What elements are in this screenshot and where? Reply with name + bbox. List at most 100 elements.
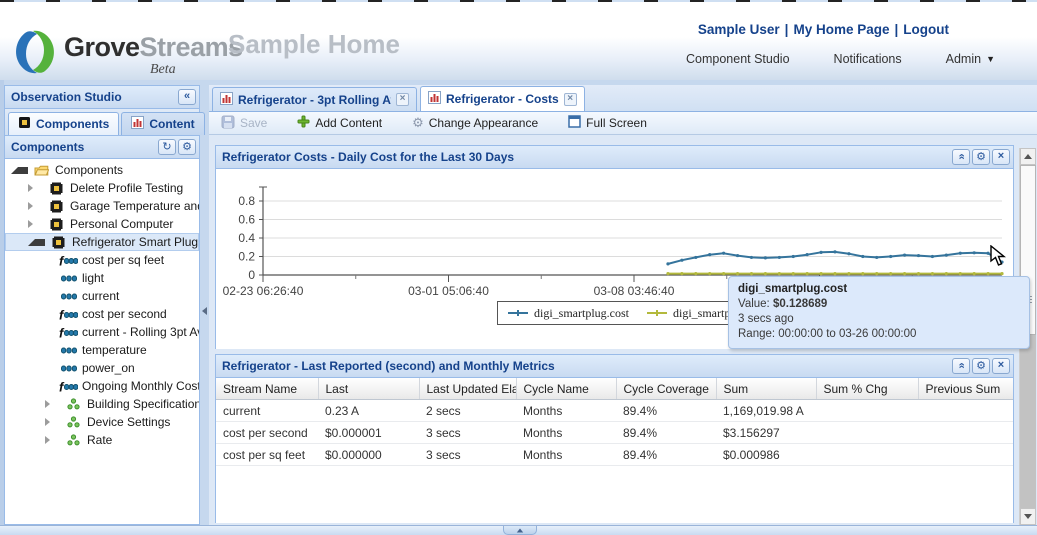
fstream-icon: f — [59, 254, 78, 267]
table-cell: $0.000001 — [318, 422, 419, 444]
save-icon — [221, 115, 235, 132]
my-home-page-link[interactable]: My Home Page — [793, 22, 889, 37]
tree-item-ongoing-monthly-cost[interactable]: fOngoing Monthly Cost (... — [5, 377, 199, 395]
tree-item-components[interactable]: Components — [5, 161, 199, 179]
scrollbar-track[interactable] — [1020, 335, 1036, 508]
components-tree: ComponentsDelete Profile Testing Garage T… — [5, 159, 199, 524]
table-row-cost-per-sq-feet[interactable]: cost per sq feet$0.0000003 secsMonths89.… — [216, 444, 1013, 466]
nav-component-studio[interactable]: Component Studio — [686, 52, 790, 66]
panel-settings-button[interactable]: ⚙ — [972, 358, 990, 374]
beta-label: Beta — [150, 62, 176, 78]
refresh-button[interactable]: ↻ — [158, 139, 176, 155]
tree-item-cost-per-sq-feet[interactable]: fcost per sq feet — [5, 251, 199, 269]
table-cell: $3.156297 — [716, 422, 816, 444]
tab-content[interactable]: Content — [121, 112, 204, 135]
tab-refrigerator-3pt-rolling-avg[interactable]: Refrigerator - 3pt Rolling Avg × — [212, 87, 417, 111]
tree-item-temperature[interactable]: temperature — [5, 341, 199, 359]
expand-arrow-icon[interactable] — [45, 400, 60, 408]
tree-item-current[interactable]: current — [5, 287, 199, 305]
table-cell: 3 secs — [419, 444, 516, 466]
table-cell — [816, 400, 918, 422]
expand-south-panel-handle[interactable] — [503, 526, 537, 535]
components-panel-title: Components — [11, 140, 156, 154]
column-header-stream-name[interactable]: Stream Name — [216, 378, 318, 400]
scroll-up-button[interactable] — [1020, 148, 1036, 165]
legend-label: digi_smartplug.cost — [534, 306, 629, 321]
close-tab-icon[interactable]: × — [564, 93, 577, 106]
collapse-panel-button[interactable]: « — [952, 149, 970, 165]
collapse-arrow-icon[interactable] — [11, 167, 28, 174]
collapse-arrow-icon[interactable] — [28, 239, 45, 246]
expand-arrow-icon[interactable] — [45, 436, 60, 444]
tree-item-label: Garage Temperature and Li... — [70, 199, 199, 213]
nav-notifications[interactable]: Notifications — [834, 52, 902, 66]
table-row-current[interactable]: current0.23 A2 secsMonths89.4%1,169,019.… — [216, 400, 1013, 422]
full-screen-button[interactable]: Full Screen — [568, 115, 647, 131]
tree-item-current-rolling-3pt-avg[interactable]: fcurrent - Rolling 3pt Avg — [5, 323, 199, 341]
expand-arrow-icon[interactable] — [28, 202, 43, 210]
tree-item-rate[interactable]: Rate — [5, 431, 199, 449]
column-header-cycle-coverage[interactable]: Cycle Coverage — [616, 378, 716, 400]
plus-icon — [297, 115, 310, 131]
metrics-table-panel: Refrigerator - Last Reported (second) an… — [215, 354, 1014, 523]
tree-item-refrigerator-smart-plug-se[interactable]: Refrigerator Smart Plug Se... — [5, 233, 199, 251]
tree-item-garage-temperature-and-li[interactable]: Garage Temperature and Li... — [5, 197, 199, 215]
change-appearance-button[interactable]: ⚙ Change Appearance — [412, 116, 538, 131]
tree-item-device-settings[interactable]: Device Settings — [5, 413, 199, 431]
user-name-link[interactable]: Sample User — [698, 22, 780, 37]
tree-settings-button[interactable]: ⚙ — [178, 139, 196, 155]
collapse-panel-button[interactable]: « — [952, 358, 970, 374]
tree-item-building-specifications[interactable]: Building Specifications — [5, 395, 199, 413]
dashboard-tabstrip: Refrigerator - 3pt Rolling Avg × Refrige… — [209, 85, 1037, 112]
table-cell — [918, 400, 1013, 422]
column-header-last-updated-elaps[interactable]: Last Updated Elaps — [419, 378, 516, 400]
table-cell: $0.000000 — [318, 444, 419, 466]
tree-item-delete-profile-testing[interactable]: Delete Profile Testing — [5, 179, 199, 197]
brand-name: GroveStreams — [64, 32, 243, 63]
column-header-last[interactable]: Last — [318, 378, 419, 400]
scroll-down-button[interactable] — [1020, 508, 1036, 525]
tree-item-light[interactable]: light — [5, 269, 199, 287]
tab-label: Components — [36, 117, 109, 131]
svg-text:0.4: 0.4 — [238, 231, 255, 245]
logout-link[interactable]: Logout — [903, 22, 949, 37]
legend-line-marker — [647, 312, 667, 314]
close-panel-button[interactable]: × — [992, 358, 1010, 374]
tab-components[interactable]: Components — [8, 112, 119, 135]
tree-item-personal-computer[interactable]: Personal Computer — [5, 215, 199, 233]
column-header-previous-sum[interactable]: Previous Sum — [918, 378, 1013, 400]
dots-icon — [64, 416, 83, 428]
save-label: Save — [240, 116, 267, 130]
app-header: GroveStreams Beta Sample Home Sample Use… — [0, 2, 1037, 81]
metrics-table: Stream NameLastLast Updated ElapsCycle N… — [216, 378, 1013, 466]
tree-item-cost-per-second[interactable]: fcost per second — [5, 305, 199, 323]
nav-admin-menu[interactable]: Admin▼ — [946, 52, 995, 66]
add-content-button[interactable]: Add Content — [297, 115, 382, 131]
table-cell: cost per sq feet — [216, 444, 318, 466]
svg-text:03-01 05:06:40: 03-01 05:06:40 — [408, 284, 489, 298]
column-header-sum-chg[interactable]: Sum % Chg — [816, 378, 918, 400]
column-header-cycle-name[interactable]: Cycle Name — [516, 378, 616, 400]
expand-arrow-icon[interactable] — [28, 220, 43, 228]
table-row-cost-per-second[interactable]: cost per second$0.0000013 secsMonths89.4… — [216, 422, 1013, 444]
collapse-left-icon[interactable] — [202, 307, 207, 315]
close-tab-icon[interactable]: × — [396, 93, 409, 106]
legend-item: digi_smartplug.cost — [508, 306, 629, 321]
sidebar-splitter[interactable] — [200, 85, 209, 525]
save-button[interactable]: Save — [221, 115, 267, 132]
tab-refrigerator-costs[interactable]: Refrigerator - Costs × — [420, 86, 585, 111]
tree-item-power-on[interactable]: power_on — [5, 359, 199, 377]
close-panel-button[interactable]: × — [992, 149, 1010, 165]
expand-arrow-icon[interactable] — [45, 418, 60, 426]
link-separator: | — [889, 22, 903, 37]
arrow-down-icon — [1024, 514, 1032, 519]
bottom-splitter[interactable] — [0, 525, 1037, 535]
collapse-sidebar-button[interactable]: « — [178, 89, 196, 105]
tree-item-label: Device Settings — [87, 415, 170, 429]
chart-icon — [220, 92, 233, 108]
component-icon — [18, 116, 31, 132]
column-header-sum[interactable]: Sum — [716, 378, 816, 400]
svg-text:03-08 03:46:40: 03-08 03:46:40 — [594, 284, 675, 298]
expand-arrow-icon[interactable] — [28, 184, 43, 192]
panel-settings-button[interactable]: ⚙ — [972, 149, 990, 165]
